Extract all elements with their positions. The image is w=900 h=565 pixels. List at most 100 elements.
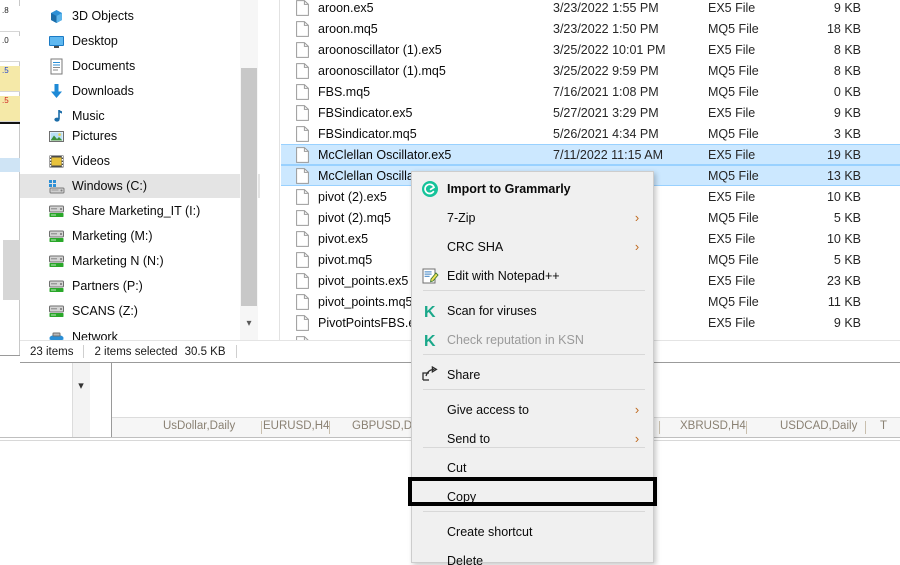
mt-market-watch-cell: .5 — [0, 66, 20, 92]
file-type-cell: EX5 File — [708, 315, 756, 330]
sidebar-item-label: Documents — [72, 59, 136, 73]
sidebar-item-share-marketing-it-i[interactable]: Share Marketing_IT (I:) — [20, 199, 260, 223]
sidebar-item-label: Videos — [72, 154, 110, 168]
chart-tab-separator — [328, 421, 330, 434]
chart-tab[interactable]: XBRUSD,H4 — [680, 420, 746, 432]
network-drive-icon — [48, 203, 65, 220]
sidebar-item-label: Windows (C:) — [72, 179, 148, 193]
context-menu-item-7-zip[interactable]: 7-Zip › — [413, 203, 654, 232]
file-size-cell: 5 KB — [833, 210, 861, 225]
context-menu-item-crc-sha[interactable]: CRC SHA › — [413, 232, 654, 261]
file-name-cell: FBSindicator.mq5 — [318, 126, 417, 141]
sidebar-item-windows-c[interactable]: Windows (C:) — [20, 174, 260, 198]
sidebar-item-label: Pictures — [72, 129, 118, 143]
context-menu-item-give-access-to[interactable]: Give access to › — [413, 395, 654, 424]
context-menu-item-create-shortcut[interactable]: Create shortcut — [413, 517, 654, 546]
chevron-right-icon: › — [634, 402, 640, 417]
sidebar-item-scans-z[interactable]: SCANS (Z:) — [20, 299, 260, 323]
sidebar-item-desktop[interactable]: Desktop — [20, 29, 260, 53]
sidebar-item-downloads[interactable]: Downloads — [20, 79, 260, 103]
sidebar-item-marketing-n-n[interactable]: Marketing N (N:) — [20, 249, 260, 273]
context-menu-separator — [423, 354, 645, 355]
context-menu-item-label: 7-Zip — [447, 210, 476, 225]
file-name-cell: FBS.mq5 — [318, 84, 371, 99]
network-drive-icon — [48, 278, 65, 295]
chart-tab[interactable]: EURUSD,H4 — [263, 420, 329, 432]
downloads-icon — [48, 83, 65, 100]
file-date-cell: 5/26/2021 4:34 PM — [553, 126, 659, 141]
file-icon — [296, 251, 309, 268]
file-row[interactable]: FBSindicator.mq5 5/26/2021 4:34 PM MQ5 Fil… — [281, 123, 900, 144]
file-type-cell: EX5 File — [708, 42, 756, 57]
sidebar-item-label: Marketing N (N:) — [72, 254, 164, 268]
sidebar-item-network[interactable]: Network — [20, 325, 260, 340]
network-drive-icon — [48, 253, 65, 270]
chevron-down-icon[interactable]: ▾ — [241, 315, 257, 333]
file-name-cell: aroonoscillator (1).ex5 — [318, 42, 442, 57]
file-size-cell: 9 KB — [833, 105, 861, 120]
mt-navigator-scrollbar[interactable] — [72, 356, 90, 437]
context-menu-item-send-to[interactable]: Send to › — [413, 424, 654, 453]
screen-root: .8.0.5.5 8 Dec 202120 Dec 202131 Dec 202… — [0, 0, 900, 565]
sidebar-item-label: Network — [72, 330, 118, 340]
context-menu-separator — [423, 511, 645, 512]
file-size-cell: 19 KB — [826, 147, 861, 162]
file-type-cell: EX5 File — [708, 231, 756, 246]
share-icon — [421, 365, 439, 384]
sidebar-item-marketing-m[interactable]: Marketing (M:) — [20, 224, 260, 248]
sidebar-item-videos[interactable]: Videos — [20, 149, 260, 173]
context-menu-item-cut[interactable]: Cut — [413, 453, 654, 482]
chart-tab[interactable]: UsDollar,Daily — [163, 420, 235, 432]
kaspersky-icon: K — [421, 302, 439, 321]
context-menu-item-label: Send to — [447, 431, 491, 446]
nav-pane-scroll-thumb[interactable] — [241, 68, 257, 306]
file-date-cell: 3/23/2022 1:55 PM — [553, 0, 659, 15]
file-row[interactable]: aroonoscillator (1).mq5 3/25/2022 9:59 PM… — [281, 60, 900, 81]
file-icon — [296, 20, 309, 37]
chart-tab-separator — [745, 421, 747, 434]
local-disk-icon — [48, 178, 65, 195]
file-size-cell: 13 KB — [826, 168, 861, 183]
file-row[interactable]: FBSindicator.ex5 5/27/2021 3:29 PM EX5 Fil… — [281, 102, 900, 123]
sidebar-item-pictures[interactable]: Pictures — [20, 124, 260, 148]
file-icon — [296, 167, 309, 184]
status-divider-2 — [235, 345, 237, 358]
grammarly-icon — [421, 180, 439, 198]
context-menu-item-scan-for-viruses[interactable]: K Scan for viruses — [413, 296, 654, 325]
sidebar-item-documents[interactable]: Documents — [20, 54, 260, 78]
sidebar-item-3d-objects[interactable]: 3D Objects — [20, 4, 260, 28]
file-row[interactable]: FBS.mq5 7/16/2021 1:08 PM MQ5 File 0 KB — [281, 81, 900, 102]
context-menu-item-label: Scan for viruses — [447, 303, 537, 318]
file-size-cell: 10 KB — [826, 189, 861, 204]
file-icon — [296, 209, 309, 226]
context-menu[interactable]: Import to Grammarly 7-Zip › CRC SHA › Edit wi… — [411, 171, 654, 565]
mt-market-watch-cell: .8 — [0, 6, 20, 32]
file-name-cell: aroon.mq5 — [318, 21, 378, 36]
file-size-cell: 18 KB — [826, 21, 861, 36]
sidebar-item-partners-p[interactable]: Partners (P:) — [20, 274, 260, 298]
file-row[interactable]: aroonoscillator (1).ex5 3/25/2022 10:01 P… — [281, 39, 900, 60]
context-menu-item-label: Create shortcut — [447, 524, 533, 539]
context-menu-item-share[interactable]: Share — [413, 360, 654, 389]
file-type-cell: MQ5 File — [708, 294, 759, 309]
kaspersky-icon: K — [421, 331, 439, 350]
documents-icon — [48, 58, 65, 75]
status-item-count: 23 items — [30, 345, 74, 358]
context-menu-item-copy[interactable]: Copy — [413, 482, 654, 511]
chart-tab[interactable]: USDCAD,Daily — [780, 420, 857, 432]
file-size-cell: 5 KB — [833, 252, 861, 267]
file-row[interactable]: McClellan Oscillator.ex5 7/11/2022 11:15 … — [281, 144, 900, 165]
context-menu-item-edit-with-notepad[interactable]: Edit with Notepad++ — [413, 261, 654, 290]
file-row[interactable]: aroon.ex5 3/23/2022 1:55 PM EX5 File 9 KB — [281, 0, 900, 18]
chart-tab[interactable]: T — [880, 420, 887, 432]
mt-left-sliver: .8 .0 .5 .5 — [0, 0, 20, 363]
mt-market-watch-cell: .0 — [0, 36, 20, 62]
context-menu-item-label: Check reputation in KSN — [447, 332, 584, 347]
context-menu-item-import-to-grammarly[interactable]: Import to Grammarly — [413, 174, 654, 203]
file-row[interactable]: aroon.mq5 3/23/2022 1:50 PM MQ5 File 18 KB — [281, 18, 900, 39]
context-menu-item-delete[interactable]: Delete — [413, 546, 654, 565]
sidebar-item-label: Music — [72, 109, 105, 123]
chevron-down-icon[interactable]: ▾ — [75, 380, 87, 392]
file-icon — [296, 62, 309, 79]
status-divider — [83, 345, 85, 358]
